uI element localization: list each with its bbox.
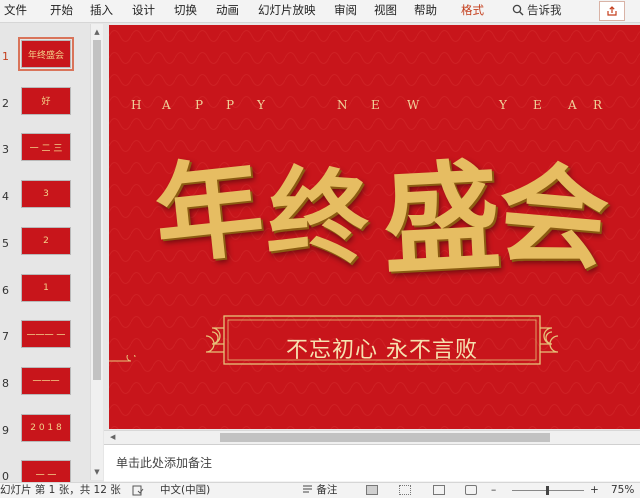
normal-view-icon[interactable] <box>366 485 378 495</box>
horizontal-scroll-thumb[interactable] <box>220 433 550 442</box>
decorative-line <box>109 355 136 362</box>
slide-subtitle: 不忘初心 永不言败 <box>286 338 478 363</box>
slide-thumbnail-preview: 年终盛会 <box>18 37 74 71</box>
ribbon-tab[interactable]: 插入 <box>90 0 113 22</box>
status-bar: 幻灯片 第 1 张，共 12 张 中文(中国) 备注 – + 75% <box>0 482 640 498</box>
slide-thumbnail[interactable]: 61 <box>0 273 90 308</box>
ribbon-tab[interactable]: 切换 <box>174 0 197 22</box>
happy-new-year-letter: P <box>226 98 236 112</box>
slide-thumbnail[interactable]: 43 <box>0 180 90 214</box>
ribbon-tab[interactable]: 格式 <box>461 0 484 22</box>
slide-thumbnail[interactable]: 52 <box>0 226 90 261</box>
slide-thumbnail-preview: 3 <box>21 180 71 209</box>
slide-title: 年终盛会 <box>149 115 624 300</box>
slide-thumbnail-number: 5 <box>2 236 9 250</box>
happy-new-year-letter: Y <box>499 98 508 112</box>
slide-thumbnail-number: 3 <box>2 143 9 157</box>
slide-canvas[interactable]: H A P P Y N E W Y E A R 年终盛会 不忘初心 永不言败 <box>109 25 640 429</box>
slide-thumbnail[interactable]: 7 一一一 一 <box>0 320 90 354</box>
slide-thumbnail-number: 9 <box>2 423 9 437</box>
slide-thumbnails-pane[interactable]: 1 年终盛会 2 好 3 一 二 三 4 3 5 2 6 1 7 一一一 一 8 一一一 9 2 0 1 80一 … <box>0 23 104 482</box>
slide-thumbnail[interactable]: 8 一一一 <box>0 366 90 401</box>
ribbon-tab[interactable]: 动画 <box>216 0 239 22</box>
notes-toggle-button[interactable]: 备注 <box>302 484 337 497</box>
ribbon-tab[interactable]: 帮助 <box>414 0 437 22</box>
slide-thumbnail-number: 4 <box>2 190 9 204</box>
notes-placeholder: 单击此处添加备注 <box>116 456 213 470</box>
slide-thumbnail-number: 7 <box>2 330 9 344</box>
slide-thumbnail-preview: 一 一 <box>21 460 71 482</box>
slide-thumbnail[interactable]: 3 一 二 三 <box>0 133 90 167</box>
scroll-up-icon[interactable]: ▲ <box>91 26 103 38</box>
ribbon-tab[interactable]: 开始 <box>50 0 73 22</box>
slide-thumbnail-preview: 一一一 一 <box>21 320 71 349</box>
language-indicator[interactable]: 中文(中国) <box>160 484 210 497</box>
ribbon-tab[interactable]: 设计 <box>132 0 155 22</box>
share-button[interactable] <box>599 1 625 21</box>
slide-counter: 幻灯片 第 1 张，共 12 张 <box>0 484 121 496</box>
zoom-in-icon[interactable]: + <box>590 484 599 497</box>
scroll-left-icon[interactable]: ◀ <box>110 431 115 444</box>
ribbon-tab[interactable]: 审阅 <box>334 0 357 22</box>
slide-sorter-icon[interactable] <box>399 485 411 495</box>
slide-thumbnail-number: 8 <box>2 376 9 390</box>
slide-title-char: 盛 <box>378 145 505 291</box>
ribbon-tab[interactable]: 视图 <box>374 0 397 22</box>
share-icon <box>607 6 617 16</box>
zoom-out-icon[interactable]: – <box>491 484 496 497</box>
happy-new-year-letter: Y <box>257 98 266 112</box>
slide-thumbnail-preview: 一 二 三 <box>21 133 71 162</box>
slide-thumbnail-number: 1 <box>2 50 9 63</box>
slide-thumbnail[interactable]: 1 年终盛会 <box>0 37 90 74</box>
scroll-thumb[interactable] <box>93 40 101 380</box>
slide-title-char: 年 <box>148 143 270 281</box>
ribbon-tab[interactable]: 文件 <box>4 0 27 22</box>
slide-title-char: 终 <box>264 153 373 279</box>
search-icon <box>512 4 524 16</box>
happy-new-year-letter: A <box>162 98 172 112</box>
tell-me-label: 告诉我 <box>527 3 562 17</box>
happy-new-year-letter: W <box>407 98 421 112</box>
slide-horizontal-scrollbar[interactable]: ◀ <box>104 430 640 444</box>
slideshow-icon[interactable] <box>465 485 477 495</box>
zoom-level[interactable]: 75% <box>611 484 634 497</box>
subtitle-box: 不忘初心 永不言败 <box>192 308 572 372</box>
slide-thumbnail-preview: 1 <box>21 273 71 302</box>
ribbon-tab[interactable]: 幻灯片放映 <box>258 0 316 22</box>
reading-view-icon[interactable] <box>433 485 445 495</box>
slide-thumbnail-number: 0 <box>2 470 9 482</box>
slide-thumbnail[interactable]: 9 2 0 1 8 <box>0 413 90 448</box>
happy-new-year-letter: R <box>593 98 604 112</box>
thumbnails-scrollbar[interactable]: ▲ ▼ <box>90 24 103 480</box>
happy-new-year-letter: N <box>337 98 349 112</box>
notes-toggle-label: 备注 <box>316 484 338 496</box>
slide-thumbnail-number: 6 <box>2 283 9 297</box>
happy-new-year-letter: E <box>533 98 543 112</box>
notes-icon <box>303 485 312 493</box>
slide-thumbnail-preview: 一一一 <box>21 366 71 395</box>
tell-me-search[interactable]: 告诉我 <box>512 0 562 22</box>
happy-new-year-letter: A <box>568 98 578 112</box>
slide-thumbnail[interactable]: 0 一 一 <box>0 460 90 482</box>
notes-pane[interactable]: 单击此处添加备注 <box>104 444 640 481</box>
slide-thumbnail-number: 2 <box>2 96 9 110</box>
happy-new-year-text: HAPPYNEWYEAR <box>109 98 640 114</box>
slide-thumbnail[interactable]: 2好 <box>0 86 90 121</box>
accessibility-check-icon[interactable] <box>132 485 144 496</box>
slide-editor: H A P P Y N E W Y E A R 年终盛会 不忘初心 永不言败 <box>104 23 640 443</box>
slide-thumbnail-preview: 好 <box>21 86 71 115</box>
happy-new-year-letter: P <box>195 98 205 112</box>
slide-title-char: 会 <box>492 147 614 286</box>
slide-thumbnail-preview: 2 <box>21 226 71 255</box>
scroll-down-icon[interactable]: ▼ <box>91 466 103 478</box>
zoom-slider-knob[interactable] <box>546 486 549 495</box>
happy-new-year-letter: H <box>131 98 143 112</box>
slide-thumbnail-preview: 2 0 1 8 <box>21 413 71 442</box>
happy-new-year-letter: E <box>371 98 381 112</box>
